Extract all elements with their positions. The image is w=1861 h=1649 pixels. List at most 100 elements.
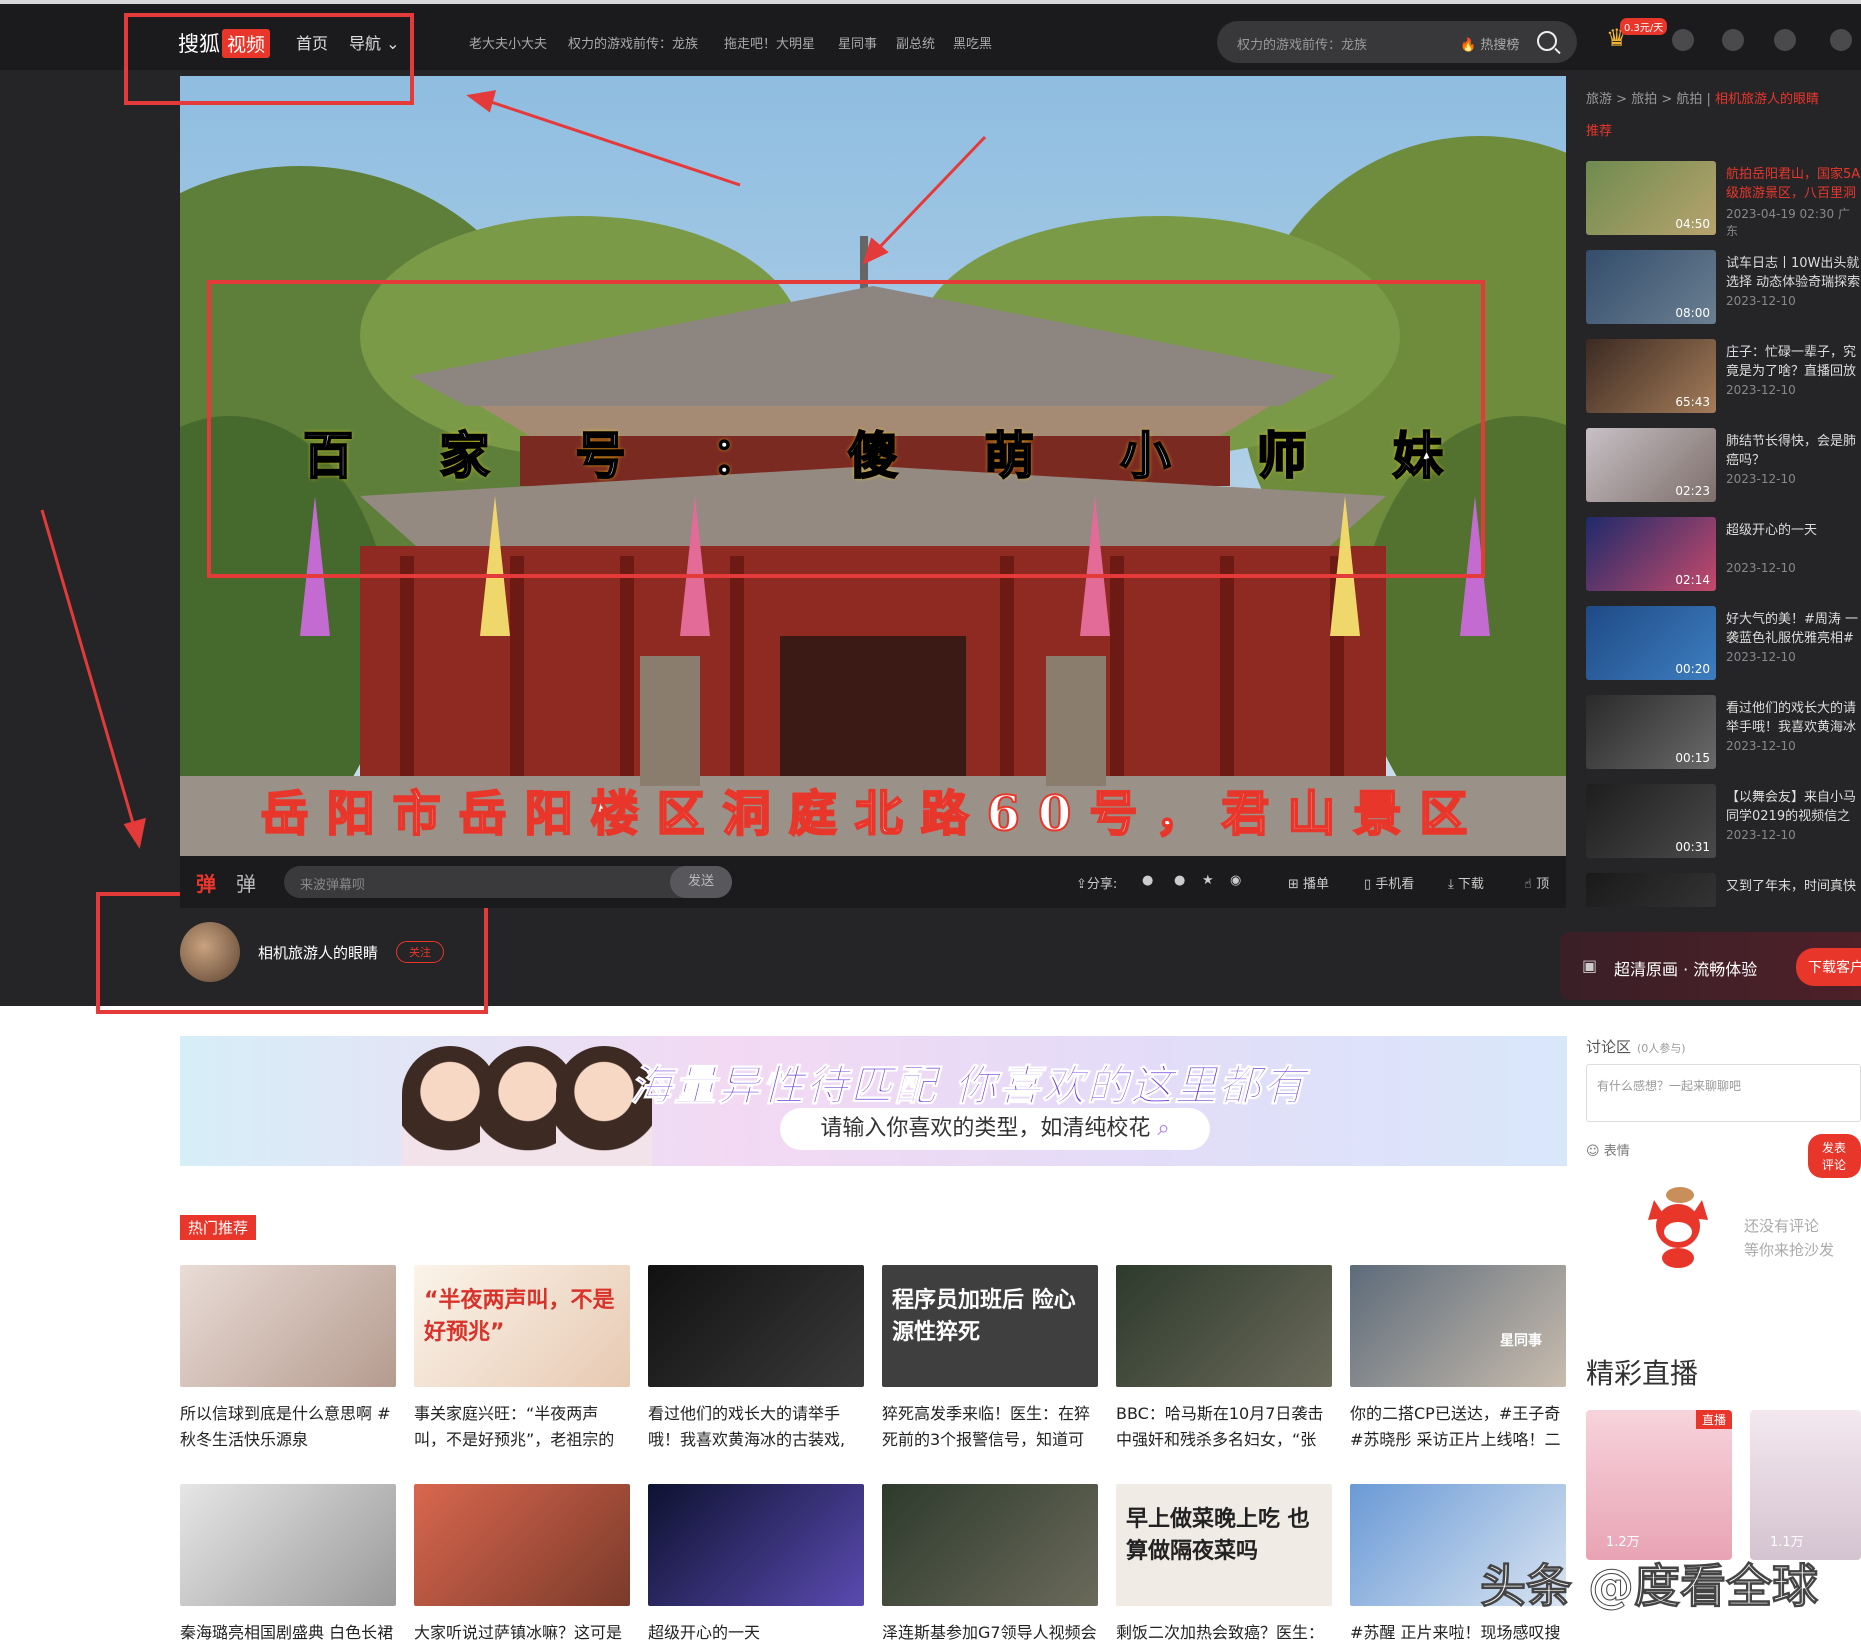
video-card[interactable]: 星同事你的二搭CP已送达，#王子奇 #苏晓彤 采访正片上线咯！二 — [1350, 1265, 1566, 1453]
wechat-share-icon[interactable]: ● — [1142, 873, 1153, 888]
mobile-label: 手机看 — [1375, 877, 1415, 892]
video-card-title[interactable]: 猝死高发季来临！医生：在猝死前的3个报警信号，知道可 — [882, 1401, 1098, 1453]
recommend-thumbnail[interactable]: 00:20 — [1586, 606, 1716, 680]
video-thumbnail[interactable] — [414, 1484, 630, 1606]
recommend-item[interactable]: 02:23 肺结节长得快，会是肺癌吗？ 2023-12-10 — [1586, 428, 1861, 502]
breadcrumb-item[interactable]: 航拍 — [1676, 92, 1702, 107]
share-icon: ⇪ — [1076, 877, 1087, 892]
video-card[interactable]: 所以信球到底是什么意思啊 #秋冬生活快乐源泉 — [180, 1265, 396, 1453]
recommend-item[interactable]: 00:31 【以舞会友】来自小马同学0219的视频信之record2023-12-… — [1586, 784, 1861, 858]
video-card-title[interactable]: 剩饭二次加热会致癌？医生：真正要当心的是 — [1116, 1620, 1332, 1649]
comment-input[interactable]: 有什么感想？一起来聊聊吧 — [1586, 1064, 1861, 1122]
recommend-item[interactable]: 00:15 看过他们的戏长大的请举手哦！我喜欢黄海冰的2023-12-10 — [1586, 695, 1861, 769]
danmaku-settings[interactable]: 弹 — [236, 868, 256, 897]
recommend-thumbnail[interactable]: 02:23 — [1586, 428, 1716, 502]
video-card[interactable]: 秦海璐亮相国剧盛典 白色长裙尽显优雅气质 — [180, 1484, 396, 1649]
recommend-thumbnail[interactable]: 02:14 — [1586, 517, 1716, 591]
video-card-title[interactable]: 你的二搭CP已送达，#王子奇 #苏晓彤 采访正片上线咯！二 — [1350, 1401, 1566, 1453]
publish-comment-button[interactable]: 发表评论 — [1808, 1134, 1861, 1178]
breadcrumb: 旅游 > 旅拍 > 航拍 | 相机旅游人的眼睛 — [1586, 92, 1820, 107]
recommend-thumbnail[interactable]: 08:00 — [1586, 250, 1716, 324]
video-card-title[interactable]: #苏醒 正片来啦！现场感叹搜狐 — [1350, 1620, 1566, 1649]
video-thumbnail[interactable]: “半夜两声叫，不是好预兆” — [414, 1265, 630, 1387]
recommend-thumbnail[interactable]: 65:43 — [1586, 339, 1716, 413]
video-card[interactable]: “半夜两声叫，不是好预兆” 事关家庭兴旺：“半夜两声叫，不是好预兆”，老祖宗的 — [414, 1265, 630, 1453]
recommend-title[interactable]: 航拍岳阳君山，国家5A级旅游景区，八百里洞庭 — [1726, 165, 1861, 205]
breadcrumb-item[interactable]: 旅游 — [1586, 92, 1612, 107]
playlist-button[interactable]: ⊞ 播单 — [1288, 873, 1329, 892]
video-card[interactable]: 泽连斯基参加G7领导人视频会议，呼吁加大援助 — [882, 1484, 1098, 1649]
video-thumbnail[interactable]: 程序员加班后 险心源性猝死 — [882, 1265, 1098, 1387]
mobile-button[interactable]: ▯ 手机看 — [1364, 873, 1414, 892]
video-card[interactable]: 早上做菜晚上吃 也算做隔夜菜吗剩饭二次加热会致癌？医生：真正要当心的是 — [1116, 1484, 1332, 1649]
video-thumbnail[interactable] — [648, 1265, 864, 1387]
live-card[interactable]: 直播 1.2万 — [1586, 1410, 1732, 1560]
recommend-title[interactable]: 肺结节长得快，会是肺癌吗？ — [1726, 432, 1861, 472]
download-button[interactable]: ⤓ 下载 — [1448, 873, 1484, 892]
like-button[interactable]: ☝ 顶 — [1524, 873, 1549, 892]
danmaku-send-button[interactable]: 发送 — [670, 866, 732, 898]
recommend-title[interactable]: 又到了年末，时间真快 — [1726, 877, 1861, 897]
video-thumbnail[interactable] — [882, 1484, 1098, 1606]
video-card[interactable]: 大家听说过萨镇冰嘛？这可是近代闻名的海军将领 — [414, 1484, 630, 1649]
plus-icon: ⊞ — [1288, 877, 1299, 892]
live-card[interactable]: 1.1万 — [1750, 1410, 1861, 1560]
video-card[interactable]: BBC：哈马斯在10月7日袭击中强奸和残杀多名妇女，“张朝 — [1116, 1265, 1332, 1453]
video-card-title[interactable]: 所以信球到底是什么意思啊 #秋冬生活快乐源泉 — [180, 1401, 396, 1453]
video-duration: 00:20 — [1675, 662, 1710, 676]
video-card-title[interactable]: 泽连斯基参加G7领导人视频会议，呼吁加大援助 — [882, 1620, 1098, 1649]
qzone-share-icon[interactable]: ★ — [1202, 873, 1214, 888]
recommend-item[interactable]: 65:43 庄子：忙碌一辈子，究竟是为了啥？直播回放 2023-12-10 — [1586, 339, 1861, 413]
share-button[interactable]: ⇪分享: — [1076, 873, 1117, 892]
danmaku-input[interactable]: 来波弹幕呗 — [284, 866, 732, 898]
author-avatar[interactable] — [180, 922, 240, 982]
live-tag: 直播 — [1695, 1410, 1732, 1429]
recommend-date: 2023-12-10 — [1726, 383, 1796, 397]
video-card[interactable]: 超级开心的一天 — [648, 1484, 864, 1649]
weibo-share-icon[interactable]: ◉ — [1230, 873, 1241, 888]
video-thumbnail[interactable] — [648, 1484, 864, 1606]
breadcrumb-active[interactable]: 相机旅游人的眼睛 — [1715, 92, 1819, 107]
download-client-button[interactable]: 下载客户端 — [1796, 948, 1861, 986]
follow-button[interactable]: 关注 — [396, 941, 445, 963]
recommend-item[interactable]: 04:50 航拍岳阳君山，国家5A级旅游景区，八百里洞庭2023-04-19 02… — [1586, 161, 1861, 238]
video-card[interactable]: 程序员加班后 险心源性猝死猝死高发季来临！医生：在猝死前的3个报警信号，知道可 — [882, 1265, 1098, 1453]
video-thumbnail[interactable]: 早上做菜晚上吃 也算做隔夜菜吗 — [1116, 1484, 1332, 1606]
recommend-thumbnail[interactable]: 00:31 — [1586, 784, 1716, 858]
video-card[interactable]: 看过他们的戏长大的请举手哦！我喜欢黄海冰的古装戏, — [648, 1265, 864, 1453]
video-card-title[interactable]: 超级开心的一天 — [648, 1620, 864, 1649]
recommend-item[interactable]: 08:00 试车日志丨10W出头就选择 动态体验奇瑞探索062023-12-10 — [1586, 250, 1861, 324]
thumbnail-text: 程序员加班后 险心源性猝死 — [892, 1288, 1076, 1345]
video-card-title[interactable]: 事关家庭兴旺：“半夜两声叫，不是好预兆”，老祖宗的 — [414, 1401, 630, 1453]
recommend-item[interactable]: 又到了年末，时间真快 — [1586, 873, 1861, 907]
recommend-thumbnail[interactable]: 04:50 — [1586, 161, 1716, 235]
recommend-item[interactable]: 00:20 好大气的美！#周涛 一袭蓝色礼服优雅亮相#国2023-12-10 — [1586, 606, 1861, 680]
recommend-title[interactable]: 【以舞会友】来自小马同学0219的视频信之record — [1726, 788, 1861, 828]
recommend-title[interactable]: 庄子：忙碌一辈子，究竟是为了啥？直播回放 — [1726, 343, 1861, 383]
dating-ad-banner[interactable]: 海量异性待匹配 你喜欢的这里都有 请输入你喜欢的类型，如清纯校花 ⌕ — [180, 1036, 1567, 1166]
video-thumbnail[interactable] — [1116, 1265, 1332, 1387]
recommend-title[interactable]: 好大气的美！#周涛 一袭蓝色礼服优雅亮相#国 — [1726, 610, 1861, 650]
breadcrumb-item[interactable]: 旅拍 — [1631, 92, 1657, 107]
recommend-thumbnail[interactable] — [1586, 873, 1716, 907]
recommend-title[interactable]: 超级开心的一天 — [1726, 521, 1861, 561]
recommend-thumbnail[interactable]: 00:15 — [1586, 695, 1716, 769]
video-thumbnail[interactable] — [180, 1484, 396, 1606]
qq-share-icon[interactable]: ● — [1174, 873, 1185, 888]
video-thumbnail[interactable] — [180, 1265, 396, 1387]
screen-icon: ▣ — [1582, 956, 1598, 975]
tab-recommend[interactable]: 推荐 — [1586, 120, 1612, 139]
recommend-title[interactable]: 看过他们的戏长大的请举手哦！我喜欢黄海冰的 — [1726, 699, 1861, 739]
video-card-title[interactable]: 大家听说过萨镇冰嘛？这可是近代闻名的海军将领 — [414, 1620, 630, 1649]
recommend-title[interactable]: 试车日志丨10W出头就选择 动态体验奇瑞探索06 — [1726, 254, 1861, 294]
recommend-item[interactable]: 02:14 超级开心的一天 2023-12-10 — [1586, 517, 1861, 591]
video-card-title[interactable]: 看过他们的戏长大的请举手哦！我喜欢黄海冰的古装戏, — [648, 1401, 864, 1453]
emoji-button[interactable]: ☺ 表情 — [1586, 1140, 1630, 1159]
danmaku-toggle[interactable]: 弹 — [196, 868, 216, 897]
video-card-title[interactable]: BBC：哈马斯在10月7日袭击中强奸和残杀多名妇女，“张朝 — [1116, 1401, 1332, 1453]
client-promo: ▣ 超清原画 · 流畅体验 下载客户端 — [1560, 932, 1861, 1000]
author-name[interactable]: 相机旅游人的眼睛 — [258, 942, 378, 963]
ad-search[interactable]: 请输入你喜欢的类型，如清纯校花 ⌕ — [780, 1108, 1210, 1150]
video-thumbnail[interactable]: 星同事 — [1350, 1265, 1566, 1387]
video-card-title[interactable]: 秦海璐亮相国剧盛典 白色长裙尽显优雅气质 — [180, 1620, 396, 1649]
